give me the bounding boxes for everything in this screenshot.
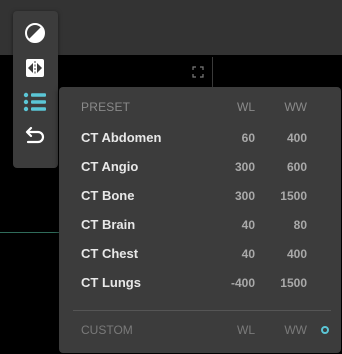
custom-wl-label: WL: [237, 323, 255, 337]
ww-column-header: WW: [284, 100, 307, 114]
preset-wl: 40: [241, 247, 255, 261]
window-level-presets-panel: PRESET WL WW CT Abdomen 60 400 CT Angio …: [59, 87, 341, 353]
presets-tool-button[interactable]: [20, 87, 50, 117]
preset-ww: 1500: [280, 189, 307, 203]
flip-tool-button[interactable]: [20, 53, 50, 83]
preset-column-header: PRESET: [81, 100, 131, 114]
viewport-reference-line: [0, 232, 60, 233]
wl-column-header: WL: [237, 100, 255, 114]
flip-icon: [26, 59, 44, 77]
preset-ww: 80: [293, 218, 307, 232]
preset-row-ct-angio[interactable]: CT Angio 300 600: [59, 153, 341, 181]
preset-wl: -400: [230, 276, 255, 290]
tool-sidebar: [13, 11, 58, 168]
preset-name: CT Chest: [81, 246, 139, 261]
viewport-divider: [212, 57, 213, 87]
list-icon: [23, 92, 46, 112]
presets-header-row: PRESET WL WW: [59, 93, 341, 121]
preset-row-ct-brain[interactable]: CT Brain 40 80: [59, 211, 341, 239]
preset-wl: 300: [234, 189, 255, 203]
contrast-icon: [25, 23, 45, 43]
preset-name: CT Abdomen: [81, 130, 162, 145]
preset-row-ct-bone[interactable]: CT Bone 300 1500: [59, 182, 341, 210]
contrast-tool-button[interactable]: [20, 18, 50, 48]
preset-name: CT Brain: [81, 217, 136, 232]
preset-name: CT Bone: [81, 188, 135, 203]
preset-wl: 60: [241, 131, 255, 145]
preset-ww: 1500: [280, 276, 307, 290]
custom-ww-label: WW: [284, 323, 307, 337]
preset-ww: 600: [286, 160, 307, 174]
undo-tool-button[interactable]: [20, 120, 50, 150]
preset-ww: 400: [286, 247, 307, 261]
preset-row-ct-lungs[interactable]: CT Lungs -400 1500: [59, 269, 341, 297]
preset-row-ct-abdomen[interactable]: CT Abdomen 60 400: [59, 124, 341, 152]
preset-wl: 40: [241, 218, 255, 232]
preset-name: CT Angio: [81, 159, 139, 174]
undo-icon: [25, 126, 45, 144]
preset-row-ct-chest[interactable]: CT Chest 40 400: [59, 240, 341, 268]
expand-icon[interactable]: [192, 66, 204, 78]
custom-label: CUSTOM: [81, 323, 133, 337]
custom-preset-row[interactable]: CUSTOM WL WW: [59, 316, 341, 344]
panel-divider: [73, 310, 331, 311]
custom-radio-indicator[interactable]: [321, 326, 329, 334]
preset-name: CT Lungs: [81, 275, 141, 290]
preset-ww: 400: [286, 131, 307, 145]
preset-wl: 300: [234, 160, 255, 174]
